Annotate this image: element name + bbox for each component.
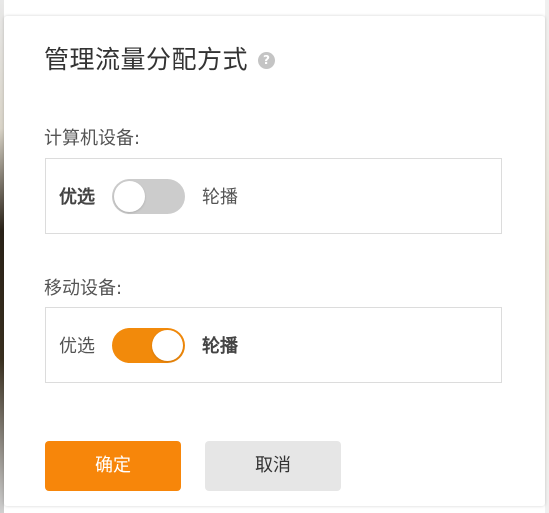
pc-option-preferred[interactable]: 优选 bbox=[59, 183, 95, 209]
toggle-knob bbox=[114, 180, 145, 212]
pc-mode-toggle[interactable] bbox=[112, 178, 185, 214]
mobile-option-preferred[interactable]: 优选 bbox=[59, 332, 95, 358]
mobile-mode-toggle[interactable] bbox=[112, 327, 185, 363]
dialog-header: 管理流量分配方式 ? bbox=[44, 40, 276, 76]
pc-device-label: 计算机设备: bbox=[44, 128, 141, 149]
mobile-device-option-box: 优选 轮播 bbox=[45, 307, 502, 383]
toggle-knob bbox=[152, 329, 183, 361]
confirm-button[interactable]: 确定 bbox=[45, 441, 181, 491]
pc-device-option-box: 优选 轮播 bbox=[45, 158, 502, 234]
cancel-button[interactable]: 取消 bbox=[205, 441, 341, 491]
pc-option-rotate[interactable]: 轮播 bbox=[202, 183, 238, 209]
backdrop-edge-right bbox=[545, 0, 549, 513]
mobile-option-rotate[interactable]: 轮播 bbox=[202, 332, 238, 358]
dialog-title: 管理流量分配方式 bbox=[44, 45, 249, 74]
mobile-device-label: 移动设备: bbox=[44, 278, 123, 299]
question-mark-icon[interactable]: ? bbox=[258, 51, 276, 69]
traffic-allocation-dialog: 管理流量分配方式 ? 计算机设备: 优选 轮播 移动设备: 优选 轮播 确定 取… bbox=[4, 16, 545, 506]
